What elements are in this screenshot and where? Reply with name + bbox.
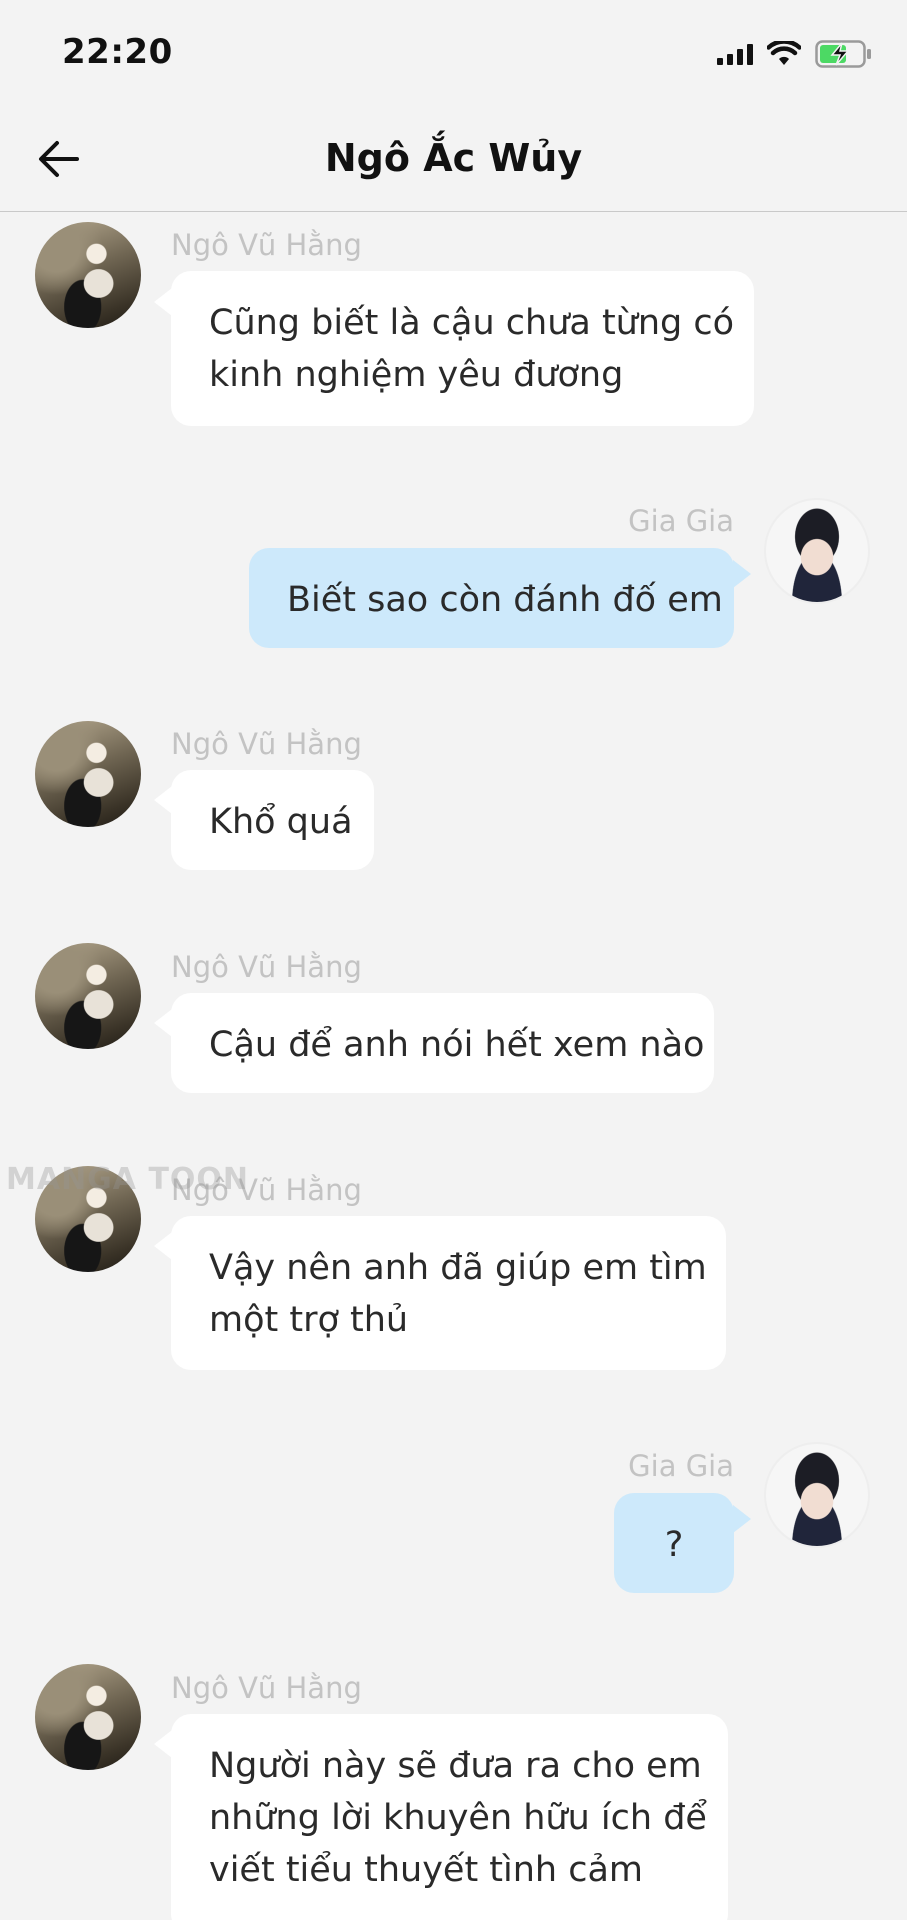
message-text: viết tiểu thuyết tình cảm — [209, 1850, 644, 1890]
message-bubble[interactable]: Vậy nên anh đã giúp em tìm một trợ thủ — [171, 1216, 726, 1370]
bubble-tail — [733, 1505, 751, 1533]
bubble-tail — [154, 786, 172, 814]
sender-name: Gia Gia — [628, 504, 734, 538]
status-time: 22:20 — [62, 32, 173, 72]
avatar[interactable] — [35, 1664, 141, 1770]
sender-name: Ngô Vũ Hằng — [171, 727, 362, 761]
sender-name: Gia Gia — [628, 1449, 734, 1483]
sender-name: Ngô Vũ Hằng — [171, 950, 362, 984]
message-text: ? — [664, 1525, 684, 1565]
avatar[interactable] — [35, 721, 141, 827]
message-bubble[interactable]: Cậu để anh nói hết xem nào — [171, 993, 714, 1093]
message-text: Người này sẽ đưa ra cho em — [209, 1746, 702, 1786]
message-text: những lời khuyên hữu ích để — [209, 1798, 707, 1838]
message-text: Cậu để anh nói hết xem nào — [209, 1025, 705, 1065]
avatar[interactable] — [764, 1442, 870, 1548]
wifi-icon — [767, 41, 801, 65]
signal-icon — [717, 43, 753, 65]
chat-header: Ngô Ắc Wủy — [0, 104, 907, 212]
bubble-tail — [733, 560, 751, 588]
sender-name: Ngô Vũ Hằng — [171, 1671, 362, 1705]
bubble-tail — [154, 288, 172, 316]
message-bubble[interactable]: Biết sao còn đánh đố em — [249, 548, 734, 648]
message-text: Cũng biết là cậu chưa từng có — [209, 303, 735, 343]
status-bar: 22:20 — [0, 0, 907, 104]
avatar[interactable] — [764, 498, 870, 604]
status-icons — [717, 40, 873, 68]
bubble-tail — [154, 1009, 172, 1037]
message-bubble[interactable]: Cũng biết là cậu chưa từng có kinh nghiệ… — [171, 271, 754, 426]
message-bubble[interactable]: ? — [614, 1493, 734, 1593]
message-bubble[interactable]: Khổ quá — [171, 770, 374, 870]
bubble-tail — [154, 1730, 172, 1758]
message-bubble[interactable]: Người này sẽ đưa ra cho em những lời khu… — [171, 1714, 728, 1920]
message-text: Vậy nên anh đã giúp em tìm — [209, 1248, 707, 1288]
message-text: Khổ quá — [209, 802, 353, 842]
watermark: MANGA TOON — [6, 1162, 250, 1197]
avatar[interactable] — [35, 943, 141, 1049]
chat-title: Ngô Ắc Wủy — [324, 136, 583, 180]
message-text: kinh nghiệm yêu đương — [209, 355, 624, 395]
battery-charging-icon — [815, 40, 871, 68]
chat-screen: 22:20 Ngô Ắc Wủy Ngô Vũ Hằng Cũng biết l… — [0, 0, 907, 1920]
avatar[interactable] — [35, 222, 141, 328]
bubble-tail — [154, 1232, 172, 1260]
sender-name: Ngô Vũ Hằng — [171, 228, 362, 262]
message-text: một trợ thủ — [209, 1300, 409, 1340]
message-text: Biết sao còn đánh đố em — [287, 580, 723, 620]
